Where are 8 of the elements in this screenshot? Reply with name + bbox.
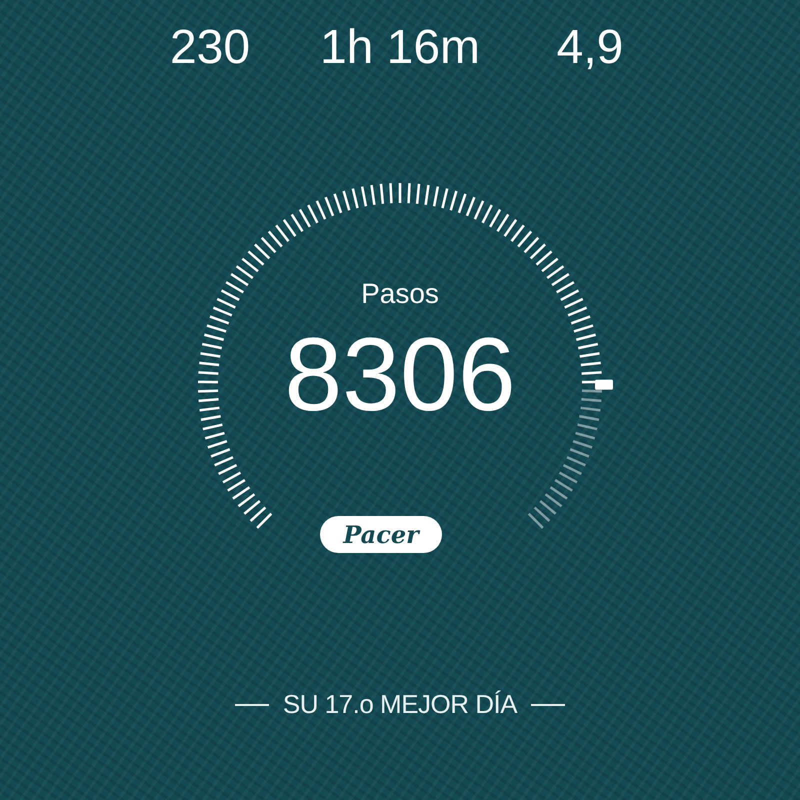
best-day-caption: SU 17.o MEJOR DÍA	[282, 688, 518, 721]
steps-count: 8306	[284, 317, 516, 433]
goal-marker-icon	[595, 380, 613, 390]
logo: Pacer	[320, 516, 442, 553]
stat-value: 4,9	[556, 21, 624, 74]
stat-value: 230	[170, 21, 250, 74]
steps-label: Pasos	[361, 278, 439, 309]
stat-value: 1h 16m	[320, 21, 480, 74]
